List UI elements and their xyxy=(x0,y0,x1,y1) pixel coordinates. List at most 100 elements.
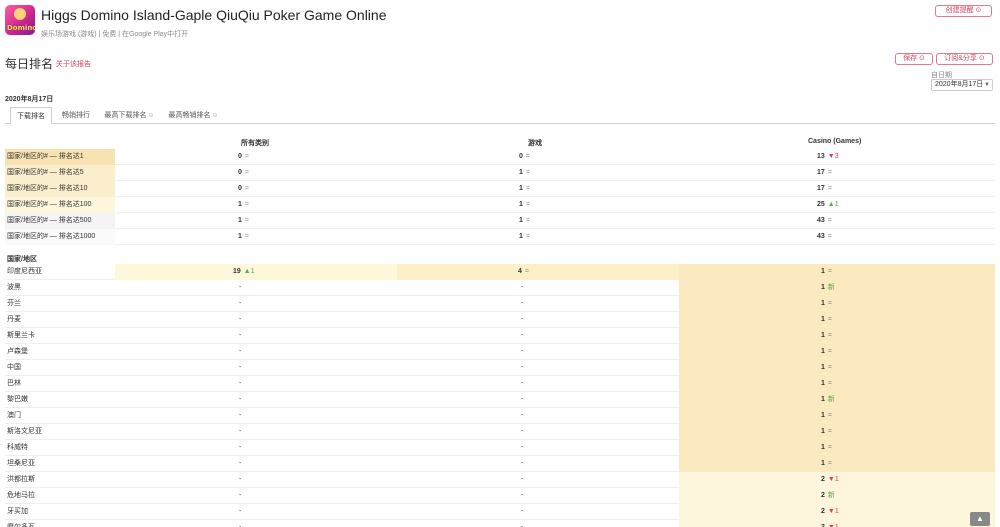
tab-top-grossing[interactable]: 最高畅销排名 ⊙ xyxy=(163,107,223,124)
rank-change: = xyxy=(244,185,249,192)
rank-cell: 17 = xyxy=(817,181,832,197)
rank-cell: - xyxy=(239,520,244,527)
row-label[interactable]: 国家/地区的# — 排名达10 xyxy=(5,181,115,197)
country-label[interactable]: 牙买加 xyxy=(5,504,115,520)
rank-cell: - xyxy=(521,328,526,344)
date-select-value: 2020年8月17日 xyxy=(935,81,984,88)
rank-change: = xyxy=(525,217,530,224)
rank-cell: 1 = xyxy=(821,328,832,344)
country-label[interactable]: 中国 xyxy=(5,360,115,376)
rank-cell: - xyxy=(239,440,244,456)
create-alert-button[interactable]: 创建提醒 ⊙ xyxy=(935,5,992,17)
table-row: 黎巴嫩 - - 1 新 xyxy=(5,392,995,408)
rank-cell: - xyxy=(521,312,526,328)
country-label[interactable]: 斯洛文尼亚 xyxy=(5,424,115,440)
rank-cell: - xyxy=(521,520,526,527)
country-label[interactable]: 丹麦 xyxy=(5,312,115,328)
info-icon: ⊙ xyxy=(919,55,925,62)
rank-value: 0 xyxy=(238,185,242,192)
rank-cell: 1 = xyxy=(821,296,832,312)
row-label[interactable]: 国家/地区的# — 排名达1 xyxy=(5,149,115,165)
country-label[interactable]: 坦桑尼亚 xyxy=(5,456,115,472)
subscribe-share-button[interactable]: 订阅&分享 ⊙ xyxy=(936,53,993,65)
app-header: Domino Higgs Domino Island-Gaple QiuQiu … xyxy=(5,5,995,45)
rank-change: = xyxy=(525,233,530,240)
rank-value: - xyxy=(239,412,242,419)
rank-value: 17 xyxy=(817,185,825,192)
app-meta[interactable]: 娱乐场游戏 (游戏) | 免费 | 在Google Play中打开 xyxy=(41,29,188,39)
country-label[interactable]: 斯里兰卡 xyxy=(5,328,115,344)
rank-value: - xyxy=(239,332,242,339)
scroll-to-top-icon[interactable]: ▲ xyxy=(970,512,990,526)
rank-value: 0 xyxy=(238,153,242,160)
rank-value: 13 xyxy=(817,153,825,160)
rank-value: - xyxy=(521,460,524,467)
country-label[interactable]: 芬兰 xyxy=(5,296,115,312)
rank-cell: - xyxy=(239,408,244,424)
country-label[interactable]: 摩尔多瓦 xyxy=(5,520,115,527)
rank-change: = xyxy=(827,268,832,275)
tab-grossing[interactable]: 畅销排行 xyxy=(55,107,97,124)
rank-change: = xyxy=(827,348,832,355)
cell-background xyxy=(679,424,995,440)
table-row: 澳门 - - 1 = xyxy=(5,408,995,424)
about-report-link[interactable]: 关于该报告 xyxy=(56,59,91,69)
rank-change: 新 xyxy=(827,396,835,403)
rank-value: - xyxy=(521,508,524,515)
rank-value: - xyxy=(239,492,242,499)
table-row: 国家/地区的# — 排名达10 0 = 1 = 17 = xyxy=(5,181,995,197)
row-label[interactable]: 国家/地区的# — 排名达100 xyxy=(5,197,115,213)
country-label[interactable]: 黎巴嫩 xyxy=(5,392,115,408)
rank-value: - xyxy=(521,284,524,291)
row-label[interactable]: 国家/地区的# — 排名达500 xyxy=(5,213,115,229)
country-label[interactable]: 印度尼西亚 xyxy=(5,264,115,280)
rank-cell: 1 = xyxy=(821,408,832,424)
cell-background xyxy=(679,264,995,280)
rank-change: = xyxy=(244,233,249,240)
country-label[interactable]: 危地马拉 xyxy=(5,488,115,504)
row-label[interactable]: 国家/地区的# — 排名达5 xyxy=(5,165,115,181)
cell-background xyxy=(115,264,397,280)
rank-change: ▼1 xyxy=(827,508,839,515)
rank-cell: - xyxy=(521,424,526,440)
table-row: 坦桑尼亚 - - 1 = xyxy=(5,456,995,472)
share-label: 订阅&分享 xyxy=(944,55,977,62)
cell-background xyxy=(679,328,995,344)
rank-change: = xyxy=(524,268,529,275)
app-icon[interactable]: Domino xyxy=(5,5,35,35)
rank-change: = xyxy=(827,185,832,192)
date-select[interactable]: 2020年8月17日 ▼ xyxy=(931,79,993,91)
row-label[interactable]: 国家/地区的# — 排名达1000 xyxy=(5,229,115,245)
rank-value: - xyxy=(521,364,524,371)
rank-change: = xyxy=(525,169,530,176)
save-button[interactable]: 保存 ⊙ xyxy=(895,53,933,65)
rank-cell: 25 ▲1 xyxy=(817,197,839,213)
country-label[interactable]: 巴林 xyxy=(5,376,115,392)
rank-cell: 43 = xyxy=(817,213,832,229)
table-row: 中国 - - 1 = xyxy=(5,360,995,376)
rank-cell: 0 = xyxy=(238,165,249,181)
country-label[interactable]: 波黑 xyxy=(5,280,115,296)
rank-value: 4 xyxy=(518,268,522,275)
rank-value: - xyxy=(239,508,242,515)
country-label[interactable]: 澳门 xyxy=(5,408,115,424)
country-label[interactable]: 卢森堡 xyxy=(5,344,115,360)
cell-background xyxy=(397,264,679,280)
cell-background xyxy=(679,440,995,456)
app-icon-face xyxy=(14,8,26,20)
tab-downloads[interactable]: 下载排名 xyxy=(10,107,52,124)
country-label[interactable]: 洪都拉斯 xyxy=(5,472,115,488)
rank-value: - xyxy=(521,412,524,419)
country-label[interactable]: 科威特 xyxy=(5,440,115,456)
cell-background xyxy=(679,344,995,360)
rank-value: 1 xyxy=(519,169,523,176)
rank-change: = xyxy=(827,412,832,419)
table-row: 国家/地区的# — 排名达5 0 = 1 = 17 = xyxy=(5,165,995,181)
rank-cell: 1 = xyxy=(821,360,832,376)
rank-value: 1 xyxy=(821,380,825,387)
rank-cell: 1 = xyxy=(821,424,832,440)
column-header-casino: Casino (Games) xyxy=(808,138,862,145)
rank-value: 1 xyxy=(519,201,523,208)
tab-top-downloads[interactable]: 最高下载排名 ⊙ xyxy=(99,107,159,124)
rank-cell: 19 ▲1 xyxy=(233,264,255,280)
